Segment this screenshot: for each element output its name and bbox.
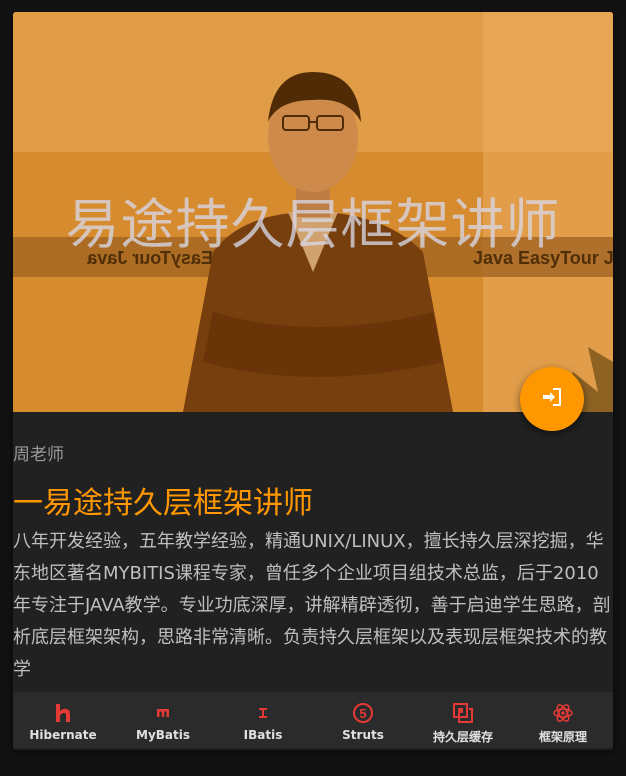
nav-item-struts[interactable]: 5 Struts xyxy=(313,692,413,748)
teacher-card: EasyTour Java Java EasyTour J 易途持久层框架讲师 … xyxy=(13,12,613,750)
ibatis-icon xyxy=(257,702,269,724)
nav-label: MyBatis xyxy=(136,728,190,742)
nav-label: 框架原理 xyxy=(538,730,587,744)
login-button[interactable] xyxy=(520,367,584,431)
card-title: 一易途持久层框架讲师 xyxy=(13,486,313,521)
teacher-photo: EasyTour Java Java EasyTour J 易途持久层框架讲师 xyxy=(13,12,613,412)
hibernate-icon xyxy=(53,702,73,724)
framework-icon xyxy=(552,702,574,724)
nav-label: Struts xyxy=(342,728,384,742)
teacher-name: 周老师 xyxy=(13,445,64,465)
struts-icon: 5 xyxy=(352,702,374,724)
nav-item-ibatis[interactable]: IBatis xyxy=(213,692,313,748)
bottom-navigation: Hibernate MyBatis IBatis 5 Struts 持久层缓存 xyxy=(13,692,613,748)
login-icon xyxy=(540,385,564,413)
nav-item-framework[interactable]: 框架原理 xyxy=(513,692,613,748)
nav-item-cache[interactable]: 持久层缓存 xyxy=(413,692,513,748)
mybatis-icon xyxy=(155,702,171,724)
hero-overlay-title: 易途持久层框架讲师 xyxy=(65,193,561,256)
nav-label: IBatis xyxy=(243,728,283,742)
cache-icon xyxy=(452,702,474,724)
nav-label: Hibernate xyxy=(29,728,97,742)
svg-text:5: 5 xyxy=(359,706,366,721)
nav-label: 持久层缓存 xyxy=(432,730,493,744)
card-description: 八年开发经验，五年教学经验，精通UNIX/LINUX，擅长持久层深挖掘，华东地区… xyxy=(13,531,611,680)
nav-item-mybatis[interactable]: MyBatis xyxy=(113,692,213,748)
nav-item-hibernate[interactable]: Hibernate xyxy=(13,692,113,748)
